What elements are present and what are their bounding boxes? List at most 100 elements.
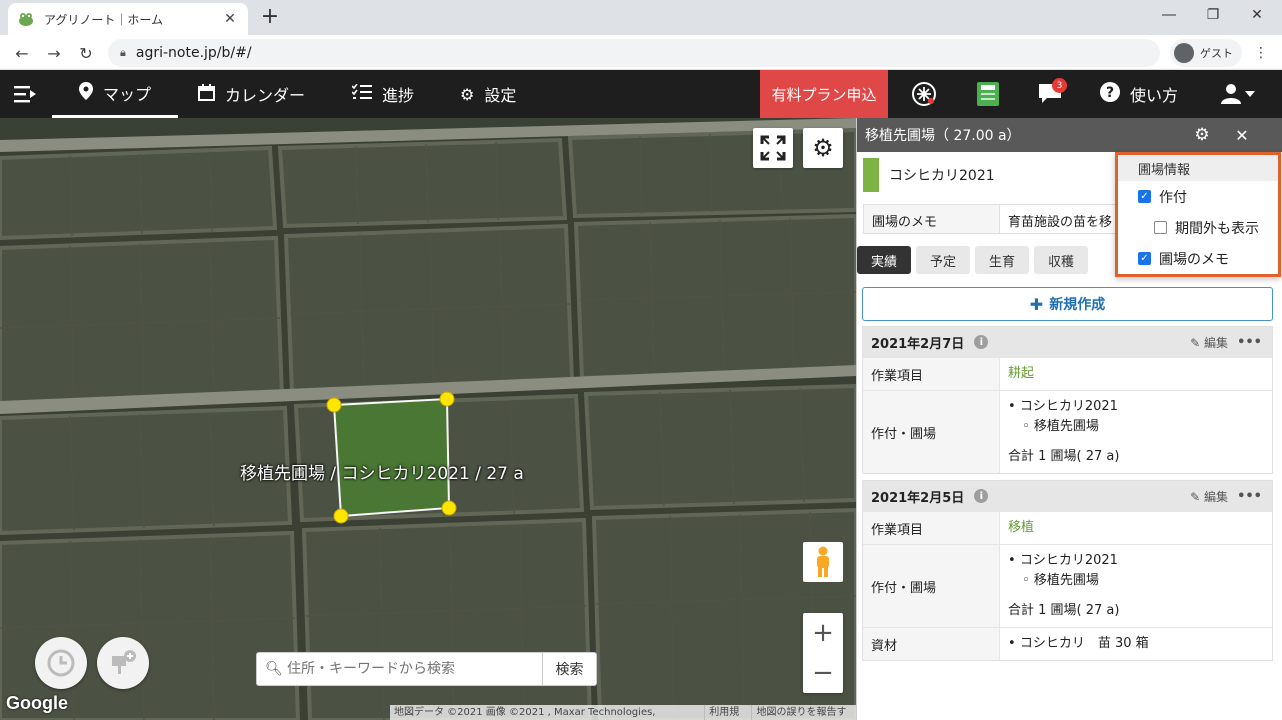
- tab-growth[interactable]: 生育: [975, 246, 1030, 274]
- work-label: 作業項目: [863, 358, 1000, 390]
- street-view-pegman[interactable]: [803, 542, 843, 582]
- work-record: 2021年2月7日 i ✎ 編集 ••• 作業項目 耕起 作付・圃場 • コシヒ…: [862, 326, 1273, 474]
- record-row: 作付・圃場 • コシヒカリ2021 ◦ 移植先圃場 合計 1 圃場( 27 a): [863, 544, 1272, 627]
- work-value[interactable]: 移植: [1000, 512, 1272, 544]
- info-icon[interactable]: i: [974, 335, 989, 349]
- record-row: 作付・圃場 • コシヒカリ2021 ◦ 移植先圃場 合計 1 圃場( 27 a): [863, 390, 1272, 473]
- work-value[interactable]: 耕起: [1000, 358, 1272, 390]
- nav-map[interactable]: マップ: [52, 70, 178, 118]
- back-icon[interactable]: ←: [10, 41, 34, 65]
- edit-icon: ✎: [1190, 489, 1201, 504]
- more-icon[interactable]: •••: [1237, 489, 1262, 504]
- record-field: 移植先圃場: [1033, 573, 1099, 588]
- edit-icon: ✎: [1190, 335, 1201, 350]
- crop-name: コシヒカリ2021: [889, 168, 995, 184]
- close-window-icon[interactable]: ✕: [1234, 0, 1280, 30]
- zoom-out-button[interactable]: −: [803, 653, 843, 693]
- lock-icon: 🔒︎: [120, 46, 126, 59]
- app-navbar: マップ カレンダー 進捗 ⚙ 設定 有料プラン申込 3 ? 使い方: [0, 70, 1282, 118]
- crop-row: コシヒカリ2021: [863, 158, 995, 192]
- google-logo: Google: [6, 693, 68, 713]
- memo-value: 育苗施設の苗を移: [1008, 215, 1113, 230]
- url-field[interactable]: 🔒︎ agri-note.jp/b/#/: [108, 39, 1160, 67]
- menu-toggle-icon[interactable]: [14, 70, 38, 118]
- close-tab-icon[interactable]: ✕: [222, 11, 238, 27]
- option-show-out-of-period[interactable]: 期間外も表示: [1118, 212, 1278, 243]
- search-icon: 🔍︎: [265, 661, 283, 677]
- address-bar: ← → ↻ 🔒︎ agri-note.jp/b/#/ ゲスト ⋮: [0, 35, 1282, 70]
- map-search: 🔍︎ 検索: [256, 652, 597, 686]
- crop-checkbox[interactable]: ✓: [1138, 190, 1151, 203]
- edit-button[interactable]: ✎ 編集: [1190, 488, 1228, 505]
- forward-icon[interactable]: →: [42, 41, 66, 65]
- tab-harvest[interactable]: 収穫: [1034, 246, 1089, 274]
- history-button[interactable]: [35, 637, 87, 689]
- nav-progress[interactable]: 進捗: [351, 70, 414, 118]
- report-error-link[interactable]: 地図の誤りを報告する: [751, 705, 856, 720]
- more-icon[interactable]: •••: [1237, 335, 1262, 350]
- out-of-period-checkbox[interactable]: [1154, 221, 1167, 234]
- option-memo-label: 圃場のメモ: [1159, 251, 1229, 268]
- record-date: 2021年2月7日: [871, 336, 965, 352]
- paid-plan-button[interactable]: 有料プラン申込: [760, 70, 888, 118]
- field-vertex-handle: [333, 508, 349, 524]
- zoom-in-button[interactable]: +: [803, 613, 843, 653]
- memo-checkbox[interactable]: ✓: [1138, 252, 1151, 265]
- option-crop-label: 作付: [1159, 189, 1187, 206]
- messages-icon[interactable]: 3: [1030, 70, 1070, 118]
- search-button[interactable]: 検索: [542, 653, 596, 685]
- nav-settings[interactable]: ⚙ 設定: [460, 70, 516, 118]
- crop-field-value: • コシヒカリ2021 ◦ 移植先圃場 合計 1 圃場( 27 a): [1000, 391, 1272, 473]
- crop-color-swatch: [863, 158, 879, 192]
- field-label: 移植先圃場 / コシヒカリ2021 / 27 a: [240, 464, 524, 484]
- panel-close-icon[interactable]: ✕: [1223, 118, 1261, 152]
- tab-plans[interactable]: 予定: [916, 246, 971, 274]
- field-info-settings-menu: 圃場情報 ✓ 作付 期間外も表示 ✓ 圃場のメモ: [1115, 152, 1281, 277]
- info-icon[interactable]: i: [974, 489, 989, 503]
- nav-settings-label: 設定: [484, 86, 517, 105]
- material-label: 資材: [863, 628, 1000, 660]
- edit-button[interactable]: ✎ 編集: [1190, 334, 1228, 351]
- user-menu-icon[interactable]: [1218, 70, 1258, 118]
- browser-tab[interactable]: アグリノート｜ホーム ✕: [8, 3, 248, 35]
- fullscreen-button[interactable]: [753, 128, 793, 168]
- nav-calendar-label: カレンダー: [225, 86, 306, 105]
- record-total: 合計 1 圃場( 27 a): [1008, 603, 1120, 618]
- gear-icon: ⚙: [812, 134, 834, 162]
- terms-link[interactable]: 利用規約: [704, 705, 751, 720]
- edit-label: 編集: [1203, 489, 1228, 504]
- work-record: 2021年2月5日 i ✎ 編集 ••• 作業項目 移植 作付・圃場 • コシヒ…: [862, 480, 1273, 661]
- add-marker-button[interactable]: [97, 637, 149, 689]
- satellite-map[interactable]: ⚙ 移植先圃場 / コシヒカリ2021 / 27 a 🔍︎ 検索 + − Goo…: [0, 118, 856, 720]
- notebook-icon[interactable]: [968, 70, 1008, 118]
- help-button[interactable]: ? 使い方: [1100, 70, 1178, 118]
- profile-button[interactable]: ゲスト: [1170, 39, 1242, 67]
- record-row: 作業項目 耕起: [863, 357, 1272, 390]
- option-crop[interactable]: ✓ 作付: [1118, 181, 1278, 212]
- minimize-icon[interactable]: ―: [1146, 0, 1192, 30]
- url-text: agri-note.jp/b/#/: [135, 45, 252, 61]
- tab-results[interactable]: 実績: [857, 246, 912, 274]
- search-input[interactable]: [287, 661, 542, 677]
- option-field-memo[interactable]: ✓ 圃場のメモ: [1118, 243, 1278, 274]
- clock-icon: [47, 649, 75, 677]
- record-date: 2021年2月5日: [871, 490, 965, 506]
- panel-settings-gear-icon[interactable]: ⚙: [1183, 118, 1221, 152]
- new-record-button[interactable]: ✚ 新規作成: [862, 287, 1273, 321]
- weather-icon[interactable]: [904, 70, 944, 118]
- field-vertex-handle: [439, 391, 455, 407]
- notification-badge: 3: [1052, 78, 1067, 93]
- menu-header: 圃場情報: [1118, 155, 1278, 181]
- help-label: 使い方: [1130, 86, 1179, 105]
- new-tab-button[interactable]: +: [258, 5, 282, 29]
- browser-menu-icon[interactable]: ⋮: [1254, 45, 1268, 61]
- edit-label: 編集: [1203, 335, 1228, 350]
- field-vertex-handle: [326, 397, 342, 413]
- nav-calendar[interactable]: カレンダー: [198, 70, 305, 118]
- map-settings-button[interactable]: ⚙: [803, 128, 843, 168]
- material-value: • コシヒカリ 苗 30 箱: [1008, 636, 1149, 651]
- reload-icon[interactable]: ↻: [74, 41, 98, 65]
- browser-tabstrip: アグリノート｜ホーム ✕ + ― ❐ ✕: [0, 0, 1282, 35]
- panel-header: 移植先圃場（ 27.00 a） ⚙ ✕: [857, 118, 1282, 152]
- restore-icon[interactable]: ❐: [1190, 0, 1236, 30]
